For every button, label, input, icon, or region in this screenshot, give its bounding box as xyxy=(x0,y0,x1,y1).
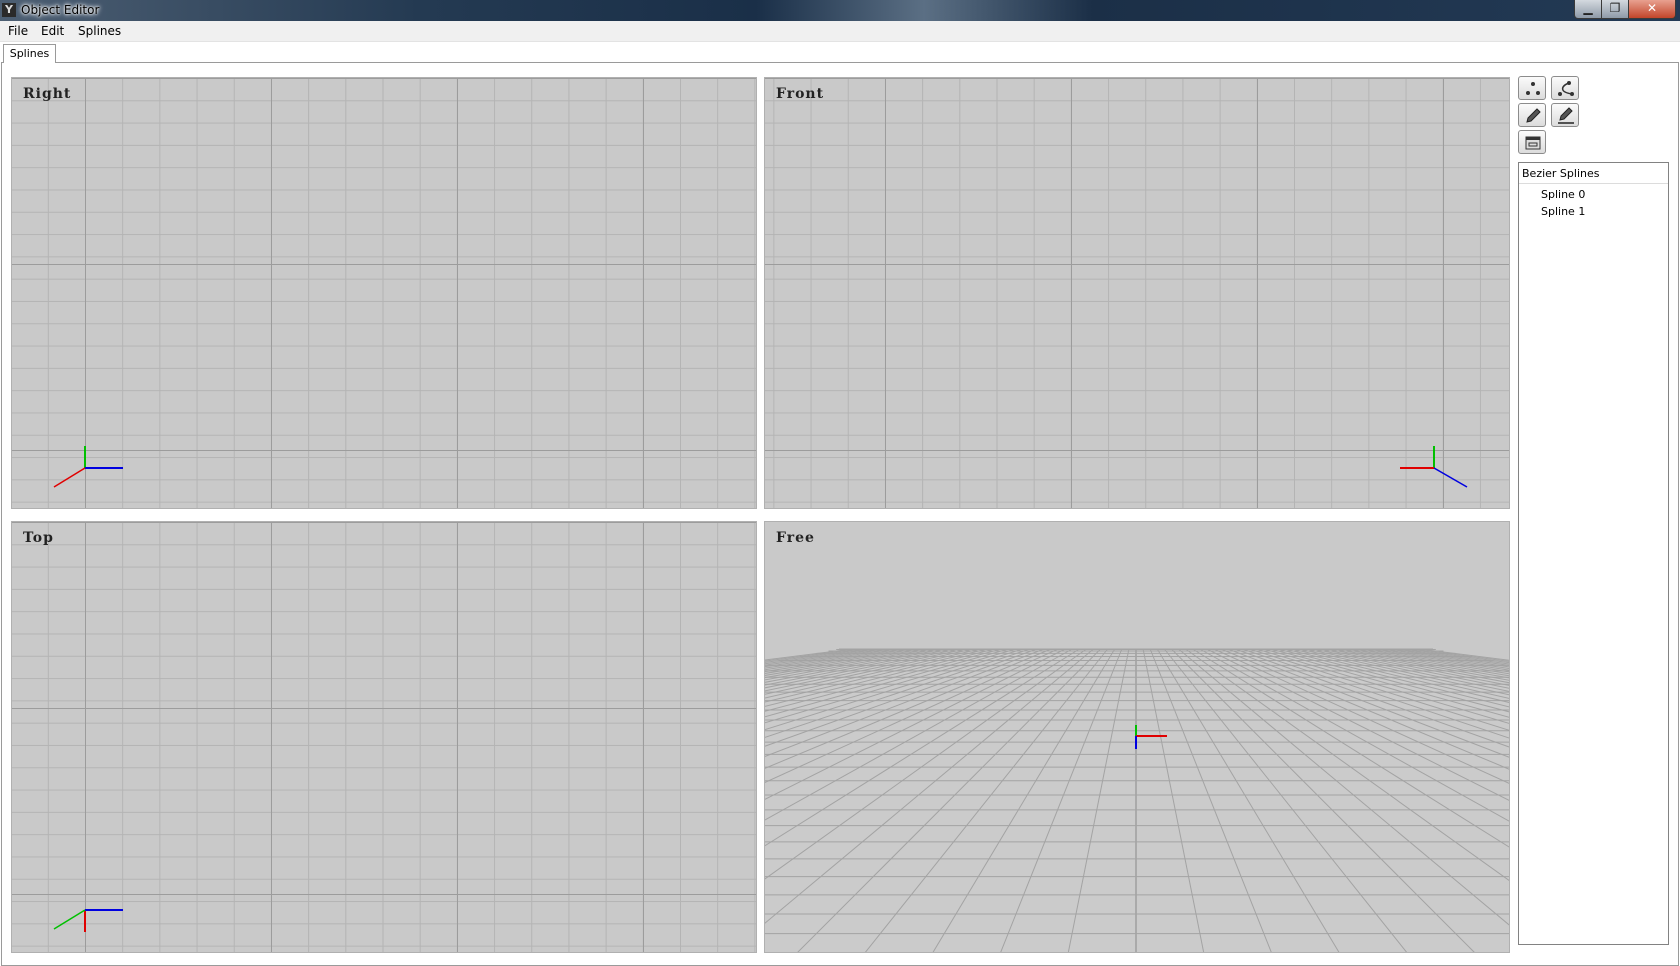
viewport-front[interactable]: Front xyxy=(764,77,1510,509)
pencil-icon xyxy=(1526,108,1541,123)
close-button[interactable]: ✕ xyxy=(1628,0,1676,19)
pencil-icon-button[interactable] xyxy=(1518,103,1546,127)
axis-gizmo xyxy=(53,909,123,932)
viewport-right[interactable]: Right xyxy=(11,77,757,509)
menu-splines[interactable]: Splines xyxy=(78,24,121,38)
spline-tree[interactable]: Bezier Splines Spline 0 Spline 1 xyxy=(1518,162,1669,945)
panel-icon-button[interactable] xyxy=(1518,130,1546,154)
app-icon: Y xyxy=(2,3,16,17)
spline-path-icon-button[interactable] xyxy=(1551,76,1579,100)
tab-splines[interactable]: Splines xyxy=(3,44,56,63)
menu-file[interactable]: File xyxy=(8,24,28,38)
maximize-button[interactable]: ❐ xyxy=(1601,0,1629,19)
tree-header-label: Bezier Splines xyxy=(1522,167,1600,180)
minimize-button[interactable]: ▁ xyxy=(1574,0,1602,19)
pencil-edit-icon-button[interactable] xyxy=(1551,103,1579,127)
menu-bar: File Edit Splines xyxy=(0,21,1680,42)
points-icon-button[interactable] xyxy=(1518,76,1546,100)
points-icon xyxy=(1526,82,1540,95)
title-bar: Y Object Editor ▁ ❐ ✕ xyxy=(0,0,1680,21)
axis-gizmo xyxy=(1135,725,1167,749)
window-title: Object Editor xyxy=(21,3,100,17)
panel-icon xyxy=(1525,136,1541,150)
tree-header: Bezier Splines xyxy=(1519,163,1668,184)
tree-item-spline-0[interactable]: Spline 0 xyxy=(1541,188,1585,201)
menu-edit[interactable]: Edit xyxy=(41,24,64,38)
viewport-free[interactable]: Free xyxy=(764,521,1510,953)
tree-item-spline-1[interactable]: Spline 1 xyxy=(1541,205,1585,218)
axis-gizmo xyxy=(53,446,123,488)
spline-path-icon xyxy=(1558,81,1574,96)
axis-gizmo xyxy=(1400,446,1468,488)
pencil-edit-icon xyxy=(1558,107,1574,124)
viewport-top[interactable]: Top xyxy=(11,521,757,953)
